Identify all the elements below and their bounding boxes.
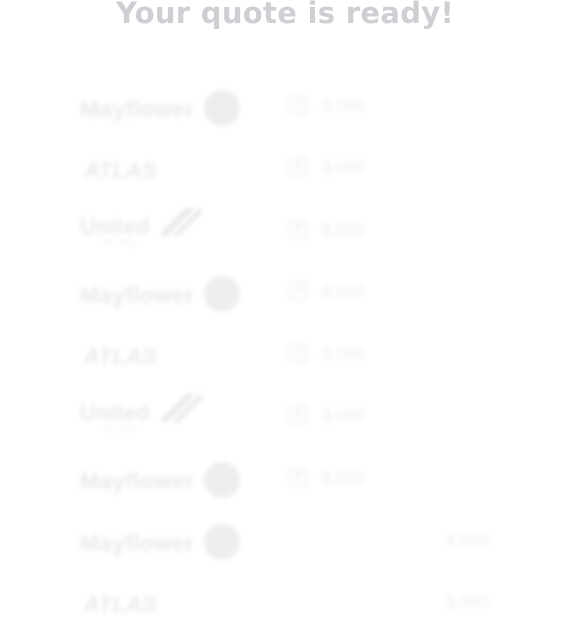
page-title: Your quote is ready!: [116, 0, 454, 30]
carrier-name: ATLAS: [84, 344, 157, 369]
carrier-name: Mayflower: [80, 282, 195, 308]
help-icon[interactable]: ?: [289, 344, 307, 362]
quote-row[interactable]: Mayflower ? $,000: [0, 448, 570, 510]
carrier-name: ATLAS: [84, 158, 157, 183]
quote-price: $,000: [322, 468, 365, 487]
atlas-logo: ATLAS: [80, 152, 260, 188]
mayflower-ship-icon: [204, 90, 240, 126]
mayflower-ship-icon: [204, 462, 240, 498]
carrier-subtitle: Van Lines: [102, 238, 137, 247]
quote-row[interactable]: ATLAS ? $,000: [0, 138, 570, 200]
quote-price: $,000: [446, 592, 489, 611]
carrier-name: Mayflower: [80, 468, 195, 494]
quote-price: $,000: [322, 406, 365, 425]
united-logo: United Van Lines: [80, 208, 260, 250]
carrier-subtitle: Van Lines: [102, 424, 137, 433]
quote-price: $,000: [322, 282, 365, 301]
quote-list: Mayflower ? $,000 ATLAS ? $,000 United V…: [0, 76, 570, 634]
help-icon[interactable]: ?: [289, 282, 307, 300]
help-icon[interactable]: ?: [289, 96, 307, 114]
quote-row[interactable]: United Van Lines ? $,000: [0, 386, 570, 448]
quote-row[interactable]: Mayflower ? $,000: [0, 76, 570, 138]
quote-row[interactable]: Mayflower ? $,000: [0, 262, 570, 324]
united-swoosh-icon: [162, 208, 202, 236]
atlas-logo: ATLAS: [80, 338, 260, 374]
mayflower-logo: Mayflower: [80, 90, 260, 126]
mayflower-logo: Mayflower: [80, 524, 260, 560]
mayflower-ship-icon: [204, 276, 240, 312]
quote-price: $,000: [322, 344, 365, 363]
quote-price: $,000: [322, 158, 365, 177]
carrier-name: Mayflower: [80, 96, 195, 122]
help-icon[interactable]: ?: [289, 158, 307, 176]
quote-price: $,000: [322, 96, 365, 115]
united-logo: United Van Lines: [80, 394, 260, 436]
carrier-name: ATLAS: [84, 592, 157, 617]
quote-row[interactable]: ATLAS ? $,000: [0, 324, 570, 386]
mayflower-logo: Mayflower: [80, 462, 260, 498]
quote-row[interactable]: Mayflower $,000: [0, 510, 570, 572]
united-swoosh-icon: [162, 394, 202, 422]
quote-price: $,000: [322, 220, 365, 239]
help-icon[interactable]: ?: [289, 220, 307, 238]
quote-row[interactable]: United Van Lines ? $,000: [0, 200, 570, 262]
help-icon[interactable]: ?: [289, 468, 307, 486]
atlas-logo: ATLAS: [80, 586, 260, 622]
carrier-name: United: [80, 214, 150, 239]
carrier-name: Mayflower: [80, 530, 195, 556]
mayflower-logo: Mayflower: [80, 276, 260, 312]
mayflower-ship-icon: [204, 524, 240, 560]
help-icon[interactable]: ?: [289, 406, 307, 424]
carrier-name: United: [80, 400, 150, 425]
quote-price: $,000: [446, 530, 489, 549]
quote-row[interactable]: ATLAS $,000: [0, 572, 570, 634]
